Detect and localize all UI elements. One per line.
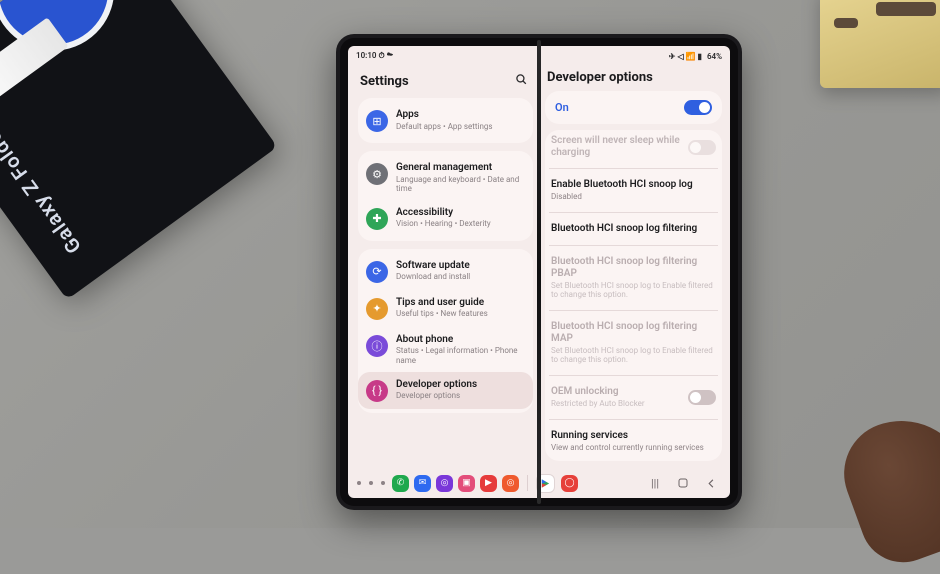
stay-awake-toggle[interactable]: [688, 140, 716, 155]
option-title: OEM unlocking: [551, 386, 680, 398]
settings-item-title: Apps: [396, 109, 523, 121]
nav-back[interactable]: [700, 476, 722, 491]
settings-item-title: Software update: [396, 260, 523, 272]
settings-item-software-update[interactable]: ⟳ Software updateDownload and install: [358, 253, 533, 290]
battery-percent: 64%: [707, 52, 722, 61]
settings-item-sub: Download and install: [396, 272, 523, 281]
option-title: Bluetooth HCI snoop log filtering: [551, 223, 716, 235]
general-mgmt-icon: ⚙: [366, 163, 388, 185]
wooden-prop: [820, 0, 940, 88]
option-sub: Restricted by Auto Blocker: [551, 399, 680, 409]
settings-item-about-phone[interactable]: ⓘ About phoneStatus • Legal information •…: [358, 327, 533, 372]
taskbar-app-youtube[interactable]: ▶: [480, 475, 497, 492]
settings-item-accessibility[interactable]: ✚ AccessibilityVision • Hearing • Dexteri…: [358, 200, 533, 237]
nav-recents[interactable]: |||: [644, 475, 666, 492]
about-icon: ⓘ: [366, 335, 388, 357]
settings-item-title: Developer options: [396, 379, 523, 391]
master-toggle-label: On: [555, 101, 569, 114]
settings-item-sub: Language and keyboard • Date and time: [396, 175, 523, 193]
taskbar-app-messages[interactable]: ✉: [414, 475, 431, 492]
settings-pane: Settings ⊞ AppsDefault apps • App setting…: [348, 64, 539, 470]
dev-option-oem-unlocking[interactable]: OEM unlockingRestricted by Auto Blocker: [545, 379, 722, 416]
detail-pane: Developer options On Screen will never s…: [539, 64, 730, 470]
option-sub: Set Bluetooth HCI snoop log to Enable fi…: [551, 281, 716, 300]
detail-title: Developer options: [547, 70, 653, 85]
developer-options-master-toggle-row: On: [545, 91, 722, 124]
settings-item-tips-and-user-guide[interactable]: ✦ Tips and user guideUseful tips • New fe…: [358, 290, 533, 327]
taskbar-app-app-pink[interactable]: ▣: [458, 475, 475, 492]
dev-option-running-services[interactable]: Running servicesView and control current…: [545, 423, 722, 460]
option-sub: Set Bluetooth HCI snoop log to Enable fi…: [551, 346, 716, 365]
update-icon: ⟳: [366, 261, 388, 283]
dev-option-bluetooth-hci-snoop-log-filtering-map: Bluetooth HCI snoop log filtering MAPSet…: [545, 314, 722, 372]
settings-item-sub: Developer options: [396, 391, 523, 400]
recent-app-icon[interactable]: ◯: [561, 475, 578, 492]
apps-icon: ⊞: [366, 110, 388, 132]
settings-item-sub: Vision • Hearing • Dexterity: [396, 219, 523, 228]
settings-title: Settings: [360, 74, 409, 89]
app-drawer-dot[interactable]: [357, 481, 361, 485]
dev-option-bluetooth-hci-snoop-log-filtering[interactable]: Bluetooth HCI snoop log filtering: [545, 216, 722, 242]
taskbar-app-phone[interactable]: ✆: [392, 475, 409, 492]
status-right-icons: ✈ ◁ 📶 ▮: [669, 52, 702, 61]
oem-unlocking-toggle: [688, 390, 716, 405]
settings-item-apps[interactable]: ⊞ AppsDefault apps • App settings: [358, 102, 533, 139]
option-sub: Disabled: [551, 192, 716, 202]
status-left-icons: ⏱ ☁: [378, 51, 393, 60]
option-title: Running services: [551, 430, 716, 442]
tips-icon: ✦: [366, 298, 388, 320]
foldable-device: 10:10 ⏱ ☁ ✈ ◁ 📶 ▮ 64% Settings ⊞ AppsDefa…: [336, 34, 742, 510]
search-icon[interactable]: [512, 70, 531, 92]
settings-item-title: Accessibility: [396, 207, 523, 219]
settings-item-sub: Default apps • App settings: [396, 122, 523, 131]
accessibility-icon: ✚: [366, 208, 388, 230]
settings-item-title: About phone: [396, 334, 523, 346]
settings-item-general-management[interactable]: ⚙ General managementLanguage and keyboard…: [358, 155, 533, 200]
settings-item-developer-options[interactable]: { } Developer optionsDeveloper options: [358, 372, 533, 409]
nav-home[interactable]: [672, 475, 694, 491]
dev-option-enable-bluetooth-hci-snoop-log[interactable]: Enable Bluetooth HCI snoop logDisabled: [545, 172, 722, 209]
option-title: Bluetooth HCI snoop log filtering PBAP: [551, 256, 716, 280]
taskbar-app-app-purple[interactable]: ◎: [436, 475, 453, 492]
option-title: Enable Bluetooth HCI snoop log: [551, 179, 716, 191]
option-title: Bluetooth HCI snoop log filtering MAP: [551, 321, 716, 345]
settings-item-sub: Useful tips • New features: [396, 309, 523, 318]
status-time: 10:10: [356, 51, 376, 60]
option-title: Screen will never sleep while charging: [551, 135, 680, 159]
taskbar-app-app-red[interactable]: ◎: [502, 475, 519, 492]
device-hinge: [537, 40, 541, 504]
dev-icon: { }: [366, 380, 388, 402]
settings-item-title: Tips and user guide: [396, 297, 523, 309]
master-toggle-switch[interactable]: [684, 100, 712, 115]
taskbar-separator: [527, 475, 528, 491]
settings-item-sub: Status • Legal information • Phone name: [396, 346, 523, 364]
dev-option-bluetooth-hci-snoop-log-filtering-pbap: Bluetooth HCI snoop log filtering PBAPSe…: [545, 249, 722, 307]
settings-item-title: General management: [396, 162, 523, 174]
option-sub: View and control currently running servi…: [551, 443, 716, 453]
dev-option-screen-will-never-sleep-while-charging[interactable]: Screen will never sleep while charging: [545, 130, 722, 165]
